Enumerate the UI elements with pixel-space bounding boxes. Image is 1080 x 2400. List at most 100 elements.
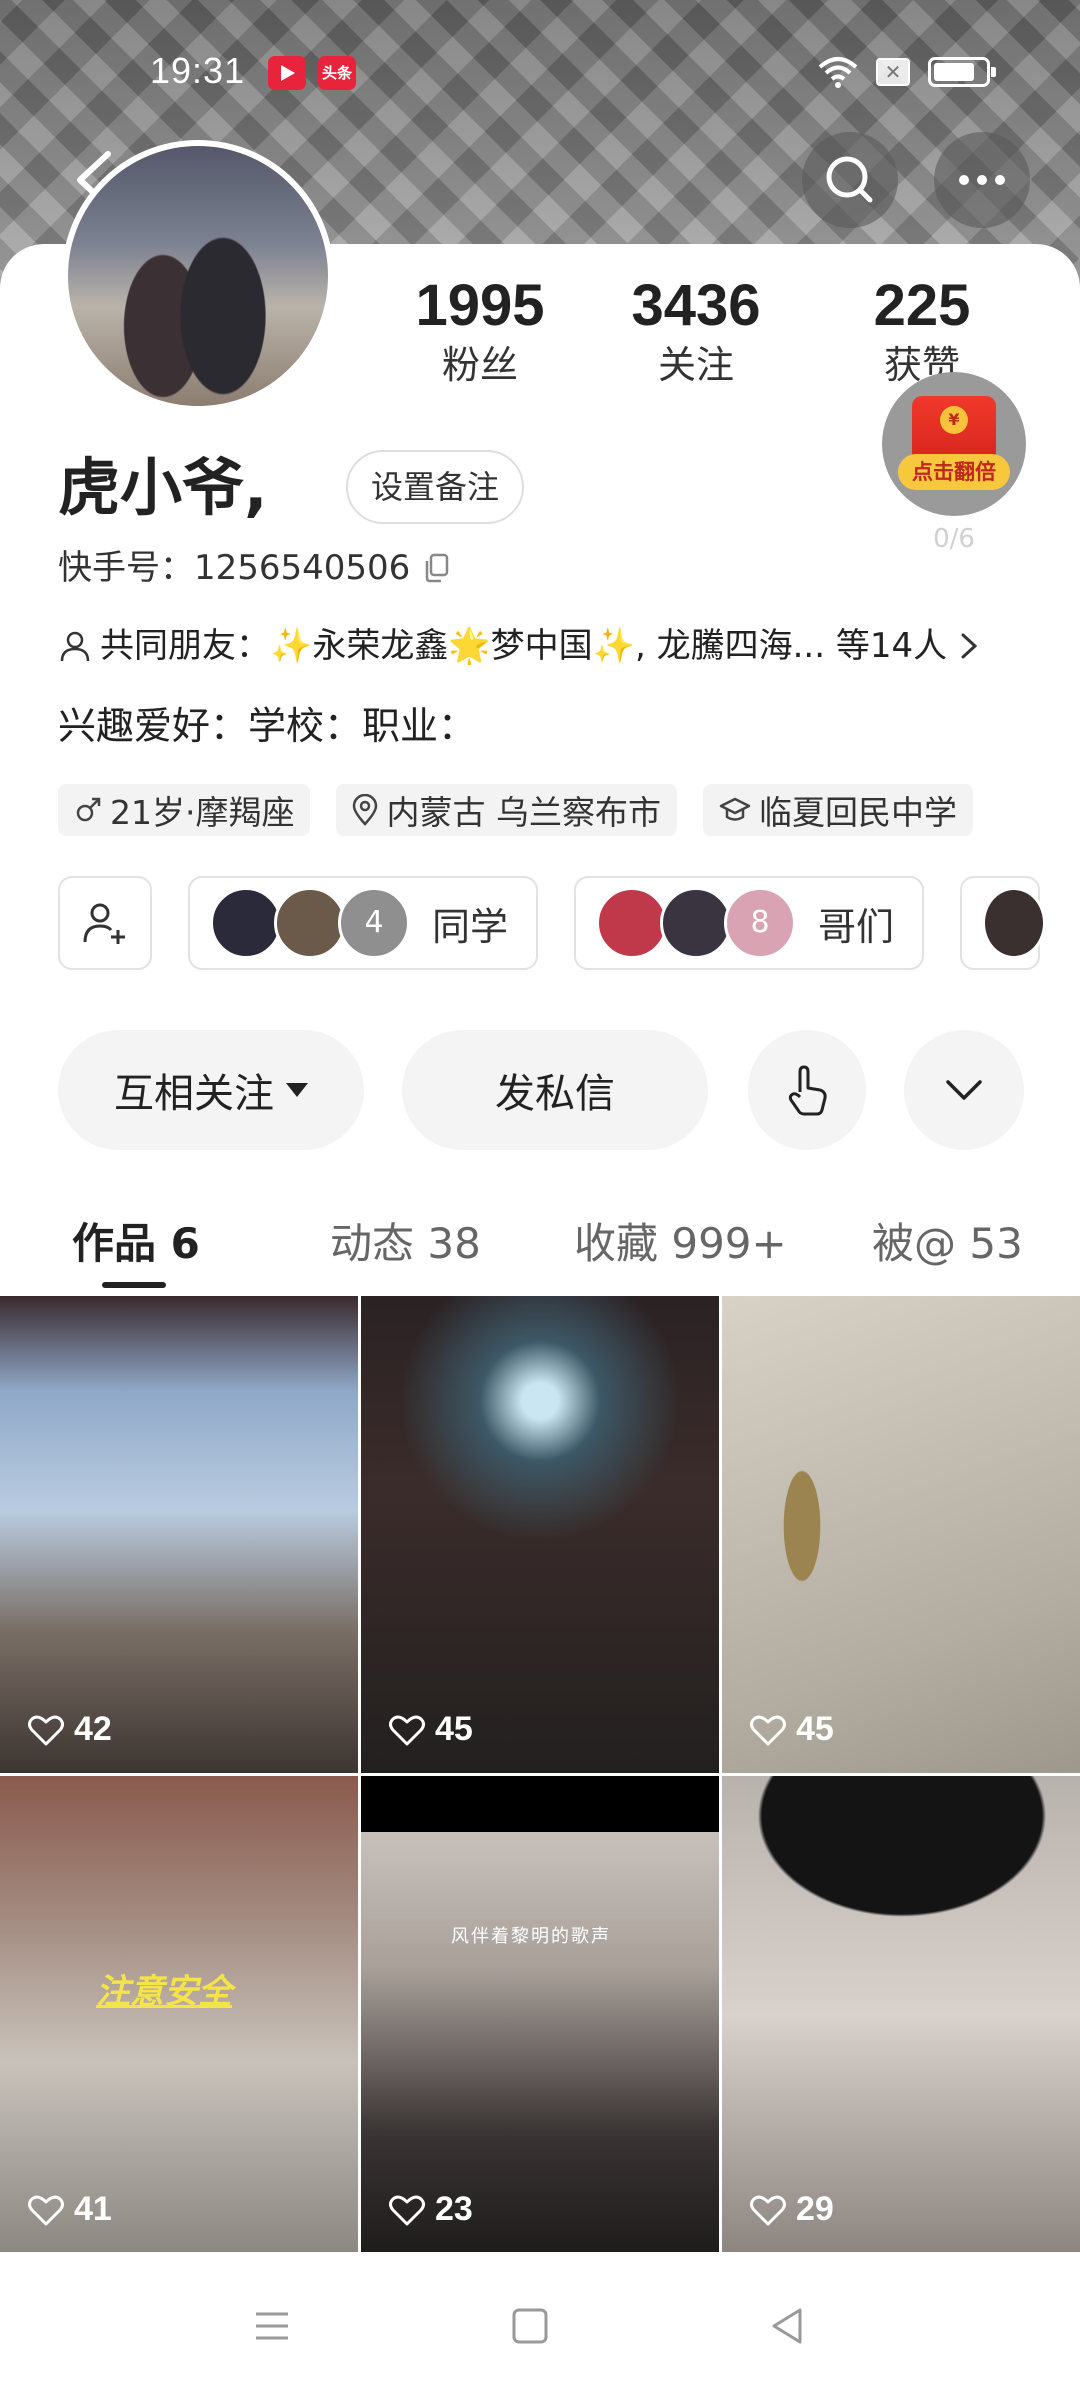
poke-button[interactable] bbox=[748, 1030, 866, 1150]
post-likes: 23 bbox=[389, 2190, 473, 2229]
posts-grid: 42 45 45 注意安全 41 风伴着黎明的歌声 23 29 bbox=[0, 1296, 1080, 2253]
age-tag-text: 21岁·摩羯座 bbox=[110, 793, 295, 832]
heart-icon bbox=[28, 1715, 64, 1745]
menu-icon[interactable] bbox=[242, 2296, 302, 2356]
post-thumbnail[interactable]: 风伴着黎明的歌声 23 bbox=[361, 1776, 719, 2253]
post-likes-count: 23 bbox=[435, 2190, 473, 2228]
person-icon bbox=[60, 631, 90, 662]
tab-moments[interactable]: 动态 38 bbox=[330, 1210, 481, 1271]
profile-page: 19:31 头条 ✕ 1995 粉丝 3436 关注 225 获赞 ¥ 点击翻倍… bbox=[0, 0, 1080, 2400]
following-count: 3436 bbox=[631, 273, 761, 338]
post-likes-count: 45 bbox=[435, 1710, 473, 1748]
post-overlay-text: 风伴着黎明的歌声 bbox=[451, 1926, 611, 1947]
heart-icon bbox=[750, 2195, 786, 2225]
school-icon bbox=[719, 797, 751, 821]
coin-icon: ¥ bbox=[940, 406, 968, 434]
group-label: 同学 bbox=[432, 904, 509, 949]
caret-down-icon bbox=[286, 1083, 308, 1097]
followers-label: 粉丝 bbox=[441, 343, 518, 387]
copy-icon[interactable] bbox=[424, 553, 450, 583]
location-icon bbox=[353, 794, 378, 826]
search-button[interactable] bbox=[802, 132, 898, 228]
add-friend-button[interactable] bbox=[58, 876, 152, 970]
likes-count: 225 bbox=[873, 273, 971, 338]
school-tag[interactable]: 临夏回民中学 bbox=[702, 784, 973, 836]
tab-works[interactable]: 作品 6 bbox=[72, 1210, 200, 1271]
back-triangle-icon[interactable] bbox=[758, 2296, 818, 2356]
post-thumbnail[interactable]: 45 bbox=[361, 1296, 719, 1773]
send-message-button[interactable]: 发私信 bbox=[402, 1030, 708, 1150]
set-remark-button[interactable]: 设置备注 bbox=[346, 450, 524, 524]
red-packet-progress: 0/6 bbox=[933, 524, 975, 554]
post-likes: 45 bbox=[750, 1710, 834, 1749]
chevron-right-icon bbox=[961, 633, 978, 659]
post-likes-count: 42 bbox=[74, 1710, 112, 1748]
mutual-friends-text: 共同朋友：✨永荣龙鑫🌟梦中国✨, 龙騰四海... 等14人 bbox=[100, 626, 948, 666]
search-icon bbox=[826, 156, 873, 203]
post-thumbnail[interactable]: 45 bbox=[722, 1296, 1080, 1773]
red-packet-label: 点击翻倍 bbox=[898, 454, 1010, 490]
active-tab-indicator bbox=[102, 1282, 166, 1288]
profile-tags: 21岁·摩羯座 内蒙古 乌兰察布市 临夏回民中学 bbox=[58, 784, 973, 836]
chevron-down-icon bbox=[946, 1080, 982, 1100]
group-member-avatar bbox=[982, 887, 1047, 959]
status-time: 19:31 bbox=[150, 50, 246, 91]
mutual-friends-row[interactable]: 共同朋友：✨永荣龙鑫🌟梦中国✨, 龙騰四海... 等14人 bbox=[58, 624, 1018, 668]
friend-groups-row: 4 同学 8 哥们 bbox=[58, 876, 1080, 972]
heart-icon bbox=[750, 1715, 786, 1745]
status-icons: ✕ bbox=[818, 52, 996, 92]
mutual-follow-label: 互相关注 bbox=[114, 1071, 274, 1117]
likes-stat[interactable]: 225 获赞 bbox=[822, 274, 1022, 388]
post-likes-count: 45 bbox=[796, 1710, 834, 1748]
home-square-icon[interactable] bbox=[500, 2296, 560, 2356]
heart-icon bbox=[28, 2195, 64, 2225]
no-sim-icon: ✕ bbox=[876, 58, 910, 86]
group-buddies[interactable]: 8 哥们 bbox=[574, 876, 925, 970]
more-options-button[interactable] bbox=[934, 132, 1030, 228]
followers-stat[interactable]: 1995 粉丝 bbox=[380, 274, 580, 388]
post-likes: 41 bbox=[28, 2190, 112, 2229]
interests-row: 兴趣爱好：学校：职业： bbox=[58, 704, 477, 748]
post-thumbnail[interactable]: 29 bbox=[722, 1776, 1080, 2253]
post-likes: 42 bbox=[28, 1710, 112, 1749]
post-likes: 29 bbox=[750, 2190, 834, 2229]
following-label: 关注 bbox=[657, 343, 734, 387]
mutual-follow-button[interactable]: 互相关注 bbox=[58, 1030, 364, 1150]
more-actions-button[interactable] bbox=[904, 1030, 1024, 1150]
school-tag-text: 临夏回民中学 bbox=[758, 793, 957, 832]
post-thumbnail[interactable]: 42 bbox=[0, 1296, 358, 1773]
group-label: 哥们 bbox=[818, 904, 895, 949]
group-more[interactable] bbox=[960, 876, 1047, 970]
group-classmates[interactable]: 4 同学 bbox=[188, 876, 539, 970]
group-member-count: 4 bbox=[338, 887, 410, 959]
post-likes-count: 41 bbox=[74, 2190, 112, 2228]
group-member-avatar bbox=[660, 887, 733, 959]
post-thumbnail[interactable]: 注意安全 41 bbox=[0, 1776, 358, 2253]
heart-icon bbox=[389, 2195, 425, 2225]
followers-count: 1995 bbox=[415, 273, 545, 338]
group-member-avatar bbox=[210, 887, 282, 959]
heart-icon bbox=[389, 1715, 425, 1745]
location-tag[interactable]: 内蒙古 乌兰察布市 bbox=[336, 784, 677, 836]
tab-mentions[interactable]: 被@ 53 bbox=[872, 1210, 1023, 1271]
kuaishou-id-text: 快手号：1256540506 bbox=[58, 548, 411, 588]
system-navigation-bar bbox=[0, 2252, 1080, 2400]
location-tag-text: 内蒙古 乌兰察布市 bbox=[386, 793, 661, 832]
red-packet-button[interactable]: ¥ 点击翻倍 bbox=[882, 372, 1026, 516]
wifi-icon bbox=[818, 57, 858, 88]
news-app-notification-icon: 头条 bbox=[318, 56, 356, 90]
post-likes: 45 bbox=[389, 1710, 473, 1749]
tab-favorites[interactable]: 收藏 999+ bbox=[574, 1210, 787, 1271]
avatar[interactable] bbox=[62, 140, 334, 412]
male-icon bbox=[76, 797, 101, 822]
add-person-icon bbox=[83, 903, 125, 944]
kuaishou-id: 快手号：1256540506 bbox=[58, 548, 450, 588]
age-tag[interactable]: 21岁·摩羯座 bbox=[58, 784, 311, 836]
group-member-avatar bbox=[274, 887, 346, 959]
status-bar: 19:31 头条 ✕ bbox=[0, 0, 1080, 140]
poke-hand-icon bbox=[788, 1065, 827, 1116]
group-member-avatar bbox=[596, 887, 669, 959]
video-app-notification-icon bbox=[268, 56, 306, 90]
more-dots-icon bbox=[959, 175, 1005, 185]
following-stat[interactable]: 3436 关注 bbox=[596, 274, 796, 388]
